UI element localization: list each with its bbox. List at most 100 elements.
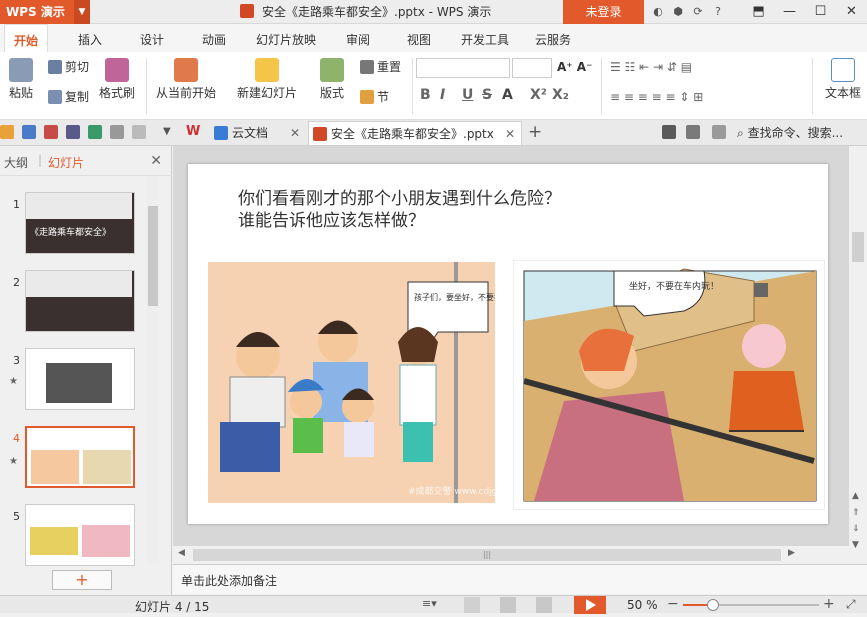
increase-font-icon[interactable]: A⁺ A⁻ bbox=[557, 58, 592, 76]
new-slide-button[interactable]: 新建幻灯片 bbox=[234, 58, 300, 101]
paste-icon bbox=[9, 58, 33, 82]
notes-toggle-icon[interactable]: ≡▾ bbox=[422, 597, 438, 613]
cartoon-bus-image[interactable]: 孩子们，要坐好，不要打闹。 #成都交警 www.cdjg.gov.cn bbox=[208, 262, 495, 503]
cartoon-car-image[interactable]: 坐好，不要在车内玩！ bbox=[513, 260, 825, 510]
slide-counter: 幻灯片 4 / 15 bbox=[135, 600, 210, 614]
zoom-slider-handle[interactable] bbox=[707, 599, 719, 611]
sync-icon[interactable]: ⟳ bbox=[690, 4, 706, 20]
font-color-icon[interactable]: A bbox=[502, 87, 513, 103]
fit-window-icon[interactable]: ⤢ bbox=[846, 597, 856, 612]
save-icon[interactable] bbox=[22, 125, 36, 139]
normal-view-icon[interactable] bbox=[464, 597, 480, 613]
maximize-button[interactable]: ☐ bbox=[805, 0, 836, 24]
minimize-button[interactable]: — bbox=[774, 0, 805, 24]
prev-slide-icon[interactable]: ▲ bbox=[852, 491, 859, 501]
slide-panel-scrollbar[interactable] bbox=[147, 176, 159, 564]
scroll-right-icon[interactable]: ▶ bbox=[788, 548, 795, 558]
section-label: 节 bbox=[377, 90, 390, 104]
subscript-icon[interactable]: X₂ bbox=[552, 87, 569, 103]
slide-vertical-scrollbar[interactable]: ▲ ⇑ ⇓ ▼ bbox=[849, 146, 867, 564]
from-current-button[interactable]: 从当前开始 bbox=[154, 58, 218, 101]
prev-page-icon[interactable]: ⇑ bbox=[852, 508, 860, 518]
next-slide-icon[interactable]: ▼ bbox=[852, 540, 859, 550]
underline-icon[interactable]: U bbox=[462, 87, 473, 103]
slide-thumbnail-2[interactable] bbox=[25, 270, 135, 332]
tab-developer[interactable]: 开发工具 bbox=[461, 24, 509, 52]
tab-slideshow[interactable]: 幻灯片放映 bbox=[256, 24, 316, 52]
superscript-icon[interactable]: X² bbox=[530, 87, 547, 103]
tab-view[interactable]: 视图 bbox=[407, 24, 431, 52]
align-icons[interactable]: ≡ ≡ ≡ ≡ ≡ ⇕ ⊞ bbox=[610, 88, 703, 106]
share-icon[interactable] bbox=[712, 125, 726, 139]
reset-button[interactable]: 重置 bbox=[360, 58, 401, 76]
tab-insert[interactable]: 插入 bbox=[78, 24, 102, 52]
bullet-list-icon[interactable]: ☰ ☷ ⇤ ⇥ ⇵ ▤ bbox=[610, 58, 692, 76]
textbox-button[interactable]: 文本框 bbox=[820, 58, 866, 101]
cut-button[interactable]: 剪切 bbox=[48, 58, 89, 76]
skin-icon[interactable]: ◐ bbox=[650, 4, 666, 20]
slide-thumbnail-1[interactable]: 《走路乘车都安全》 bbox=[25, 192, 135, 254]
slide-thumbnail-4[interactable] bbox=[25, 426, 135, 488]
slideshow-play-button[interactable] bbox=[574, 596, 606, 614]
wps-w-icon[interactable]: W bbox=[186, 124, 200, 139]
paste-button[interactable]: 粘贴 bbox=[4, 58, 38, 101]
zoom-level[interactable]: 50 % bbox=[627, 598, 658, 612]
chevron-down-icon[interactable]: ▼ bbox=[74, 0, 90, 24]
tab-home[interactable]: 开始 bbox=[4, 24, 49, 52]
print-icon[interactable] bbox=[66, 125, 80, 139]
close-tab-icon[interactable]: ✕ bbox=[290, 121, 300, 145]
preview-icon[interactable] bbox=[88, 125, 102, 139]
current-slide[interactable]: 你们看看刚才的那个小朋友遇到什么危险？ 谁能告诉他应该怎样做？ 孩子们，要坐好，… bbox=[188, 164, 828, 524]
slide-thumbnail-5[interactable] bbox=[25, 504, 135, 566]
font-name-select[interactable] bbox=[416, 58, 510, 78]
slide-thumbnail-3[interactable] bbox=[25, 348, 135, 410]
next-page-icon[interactable]: ⇓ bbox=[852, 524, 860, 534]
tab-outline[interactable]: 大纲 bbox=[4, 154, 28, 171]
tab-cloud-docs[interactable]: 云文档 ✕ bbox=[210, 121, 306, 145]
tab-cloud[interactable]: 云服务 bbox=[535, 24, 571, 52]
export-pdf-icon[interactable] bbox=[44, 125, 58, 139]
reading-view-icon[interactable] bbox=[536, 597, 552, 613]
font-size-select[interactable] bbox=[512, 58, 552, 78]
cube-icon[interactable]: ⬢ bbox=[670, 4, 686, 20]
command-search[interactable]: ⌕ 查找命令、搜索... bbox=[737, 120, 843, 146]
notes-placeholder: 单击此处添加备注 bbox=[181, 574, 278, 588]
tab-review[interactable]: 审阅 bbox=[346, 24, 370, 52]
zoom-in-icon[interactable]: + bbox=[823, 596, 835, 612]
zoom-slider[interactable] bbox=[683, 604, 819, 606]
format-painter-button[interactable]: 格式刷 bbox=[98, 58, 136, 101]
slide-horizontal-scrollbar[interactable]: ◀ ||| ▶ bbox=[173, 546, 849, 564]
copy-button[interactable]: 复制 bbox=[48, 88, 89, 106]
pptx-file-icon bbox=[240, 4, 254, 18]
textbox-label: 文本框 bbox=[824, 86, 861, 100]
undo-icon[interactable] bbox=[110, 125, 124, 139]
section-button[interactable]: 节 bbox=[360, 88, 389, 106]
strikethrough-icon[interactable]: S bbox=[482, 87, 492, 103]
layout-button[interactable]: 版式 bbox=[314, 58, 350, 101]
restore-ribbon-icon[interactable]: ⬒ bbox=[743, 0, 774, 24]
open-folder-icon[interactable] bbox=[0, 125, 14, 139]
italic-icon[interactable]: I bbox=[440, 87, 445, 103]
screen-icon[interactable] bbox=[662, 125, 676, 139]
new-tab-icon[interactable]: + bbox=[528, 122, 542, 142]
add-slide-button[interactable]: + bbox=[52, 570, 112, 590]
login-button[interactable]: 未登录 bbox=[563, 0, 644, 24]
close-button[interactable]: ✕ bbox=[836, 0, 867, 24]
close-icon[interactable]: ✕ bbox=[150, 153, 162, 169]
tools-icon[interactable] bbox=[686, 125, 700, 139]
wps-logo-menu[interactable]: WPS 演示 ▼ bbox=[0, 0, 90, 24]
notes-pane[interactable]: 单击此处添加备注 bbox=[173, 564, 867, 594]
tab-current-doc[interactable]: 安全《走路乘车都安全》.pptx ✕ bbox=[308, 121, 522, 145]
redo-icon[interactable] bbox=[132, 125, 146, 139]
scroll-left-icon[interactable]: ◀ bbox=[178, 548, 185, 558]
tab-animation[interactable]: 动画 bbox=[202, 24, 226, 52]
close-tab-icon[interactable]: ✕ bbox=[505, 122, 515, 146]
bold-icon[interactable]: B bbox=[420, 87, 431, 103]
tab-slides[interactable]: 幻灯片 bbox=[48, 154, 84, 171]
help-icon[interactable]: ? bbox=[710, 4, 726, 20]
chevron-down-icon[interactable]: ▼ bbox=[163, 126, 171, 137]
sorter-view-icon[interactable] bbox=[500, 597, 516, 613]
zoom-out-icon[interactable]: − bbox=[667, 596, 679, 612]
slide-question[interactable]: 你们看看刚才的那个小朋友遇到什么危险？ 谁能告诉他应该怎样做？ bbox=[238, 188, 561, 232]
tab-design[interactable]: 设计 bbox=[140, 24, 164, 52]
